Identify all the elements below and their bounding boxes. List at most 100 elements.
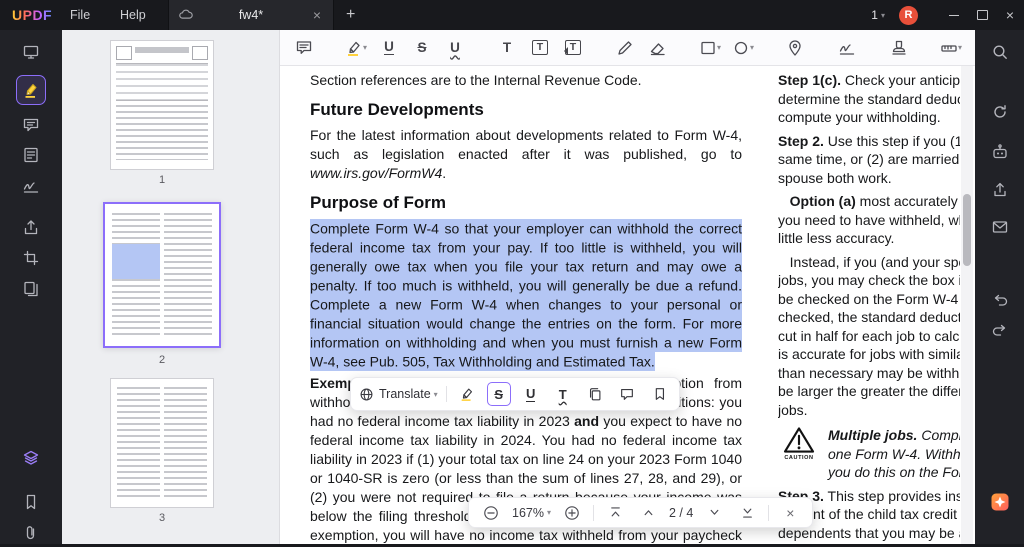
doc-text-segment: than necessary may be withheld, and this…	[778, 364, 960, 381]
bookmark-icon	[26, 494, 36, 510]
toolbar-divider	[445, 386, 447, 402]
share-button[interactable]	[986, 176, 1014, 204]
ellipse-shape-button[interactable]: ▾	[732, 35, 754, 61]
menu-help[interactable]: Help	[112, 0, 154, 30]
doc-line: be larger the greater the difference in …	[778, 382, 960, 401]
cloud-icon	[179, 9, 193, 19]
doc-line: spouse both work.	[778, 169, 960, 188]
avatar[interactable]: R	[899, 5, 918, 25]
export-icon	[24, 220, 38, 235]
text-comment-button[interactable]: T	[496, 35, 518, 61]
next-page-button[interactable]	[702, 501, 726, 525]
signature-tool-button[interactable]	[17, 172, 45, 200]
thumb-label-1: 1	[158, 174, 166, 186]
form-tool-button[interactable]	[17, 141, 45, 169]
comment-tool-button[interactable]	[17, 111, 45, 139]
page-thumbnail-1[interactable]	[110, 40, 214, 170]
titlebar: UPDF File Help fw4* × + 1 ▾ R ×	[0, 0, 1024, 30]
selection-highlight-button[interactable]	[455, 382, 479, 406]
doc-line: Step 1(c). Check your anticipated filing…	[778, 71, 960, 90]
zoom-in-button[interactable]	[560, 501, 584, 525]
text-callout-button[interactable]: T	[562, 35, 584, 61]
sync-button[interactable]	[986, 98, 1014, 126]
reader-tool-button[interactable]	[17, 38, 45, 66]
tab-close-icon[interactable]: ×	[309, 7, 325, 23]
signature-button[interactable]	[836, 35, 858, 61]
underline-button[interactable]: U	[378, 35, 400, 61]
selection-underline-button[interactable]: U	[519, 382, 543, 406]
doc-line: Instead, if you (and your spouse) have a…	[778, 253, 960, 272]
organize-pages-button[interactable]	[17, 275, 45, 303]
thumbnail-panel: 1 2 3	[62, 30, 280, 544]
counter-value: 1	[871, 8, 878, 22]
menu-file[interactable]: File	[62, 0, 98, 30]
titlebar-right: 1 ▾ R ×	[871, 0, 1024, 30]
text-callout-icon: T	[563, 39, 582, 56]
page-thumbnail-2[interactable]	[103, 202, 221, 348]
document-scrollbar[interactable]	[961, 66, 973, 544]
eraser-button[interactable]	[647, 35, 669, 61]
add-comment-button[interactable]	[615, 382, 639, 406]
squiggly-button[interactable]: U	[444, 35, 466, 61]
sticky-note-button[interactable]	[293, 35, 315, 61]
page-indicator-value: 2 / 4	[669, 505, 694, 520]
close-zoom-toolbar-button[interactable]: ×	[778, 501, 802, 525]
attachment-panel-button[interactable]	[17, 519, 45, 547]
annotate-tool-button[interactable]	[16, 75, 46, 105]
search-button[interactable]	[986, 38, 1014, 66]
copy-button[interactable]	[583, 382, 607, 406]
selection-strikethrough-button[interactable]: S	[486, 382, 511, 406]
doc-right-top: Step 1(c). Check your anticipated filing…	[778, 71, 960, 419]
bookmark-panel-button[interactable]	[17, 488, 45, 516]
text-icon: T	[502, 39, 512, 55]
translate-button[interactable]: Translate ▾	[359, 382, 438, 406]
text-box-button[interactable]: T	[529, 35, 551, 61]
shapes-button[interactable]: ▾	[699, 35, 721, 61]
page-indicator[interactable]: 2 / 4	[669, 506, 693, 520]
minimize-button[interactable]	[940, 0, 968, 30]
doc-text-segment: www.irs.gov/FormW4	[310, 165, 443, 181]
maximize-button[interactable]	[968, 0, 996, 30]
measure-button[interactable]: ▾	[940, 35, 962, 61]
maximize-icon	[976, 10, 988, 20]
doc-line: cut in half for each job to calculate wi…	[778, 327, 960, 346]
crop-tool-button[interactable]	[17, 244, 45, 272]
sticker-button[interactable]	[784, 35, 806, 61]
doc-text-segment: jobs, you may check the box in option (c…	[778, 272, 960, 288]
mail-button[interactable]	[986, 213, 1014, 241]
undo-button[interactable]	[986, 286, 1014, 314]
notification-counter[interactable]: 1 ▾	[871, 8, 885, 22]
page-thumbnail-3[interactable]	[110, 378, 214, 508]
scrollbar-thumb[interactable]	[963, 194, 971, 266]
export-tool-button[interactable]	[17, 214, 45, 242]
zoom-level-dropdown[interactable]: 167% ▾	[512, 506, 551, 520]
copy-icon	[589, 388, 601, 401]
thumb-label-3: 3	[158, 512, 166, 524]
close-button[interactable]: ×	[996, 0, 1024, 30]
selection-squiggly-button[interactable]: T	[551, 382, 575, 406]
redo-icon	[992, 324, 1005, 336]
minus-circle-icon	[484, 505, 498, 520]
doc-line: same time, or (2) are married filing joi…	[778, 150, 960, 169]
new-tab-button[interactable]: +	[340, 0, 361, 30]
ai-assistant-button[interactable]	[986, 138, 1014, 166]
layers-icon	[23, 450, 39, 465]
ruler-icon	[941, 44, 957, 52]
zoom-out-button[interactable]	[479, 501, 503, 525]
highlight-button[interactable]: ▾	[345, 35, 367, 61]
toolbar-divider	[593, 504, 594, 521]
stamp-button[interactable]	[888, 35, 910, 61]
doc-text-segment: Multiple jobs.	[828, 427, 918, 443]
redo-button[interactable]	[986, 316, 1014, 344]
zoom-level: 167%	[512, 505, 544, 520]
highlighter-icon	[25, 84, 37, 98]
last-page-button[interactable]	[735, 501, 759, 525]
add-bookmark-button[interactable]	[647, 382, 671, 406]
first-page-button[interactable]	[603, 501, 627, 525]
strikethrough-button[interactable]: S	[411, 35, 433, 61]
updf-ai-button[interactable]	[986, 488, 1014, 516]
pencil-button[interactable]	[614, 35, 636, 61]
previous-page-button[interactable]	[636, 501, 660, 525]
document-tab[interactable]: fw4* ×	[168, 0, 334, 30]
layers-panel-button[interactable]	[17, 444, 45, 472]
